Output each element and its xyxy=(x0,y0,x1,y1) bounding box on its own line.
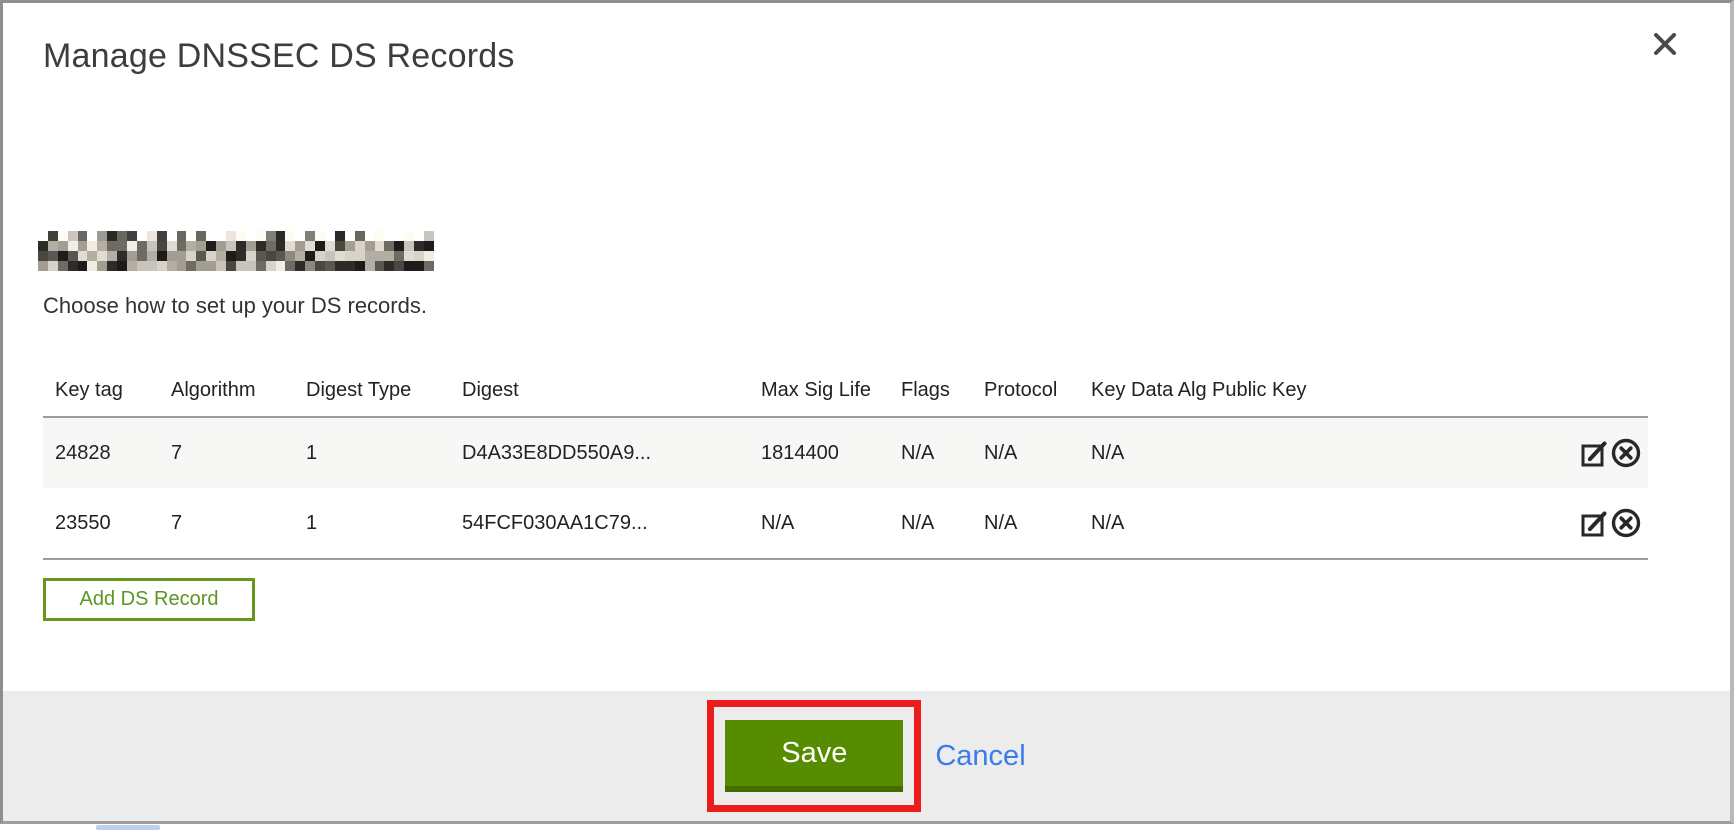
cell-key-tag: 23550 xyxy=(43,488,159,559)
cell-digest: D4A33E8DD550A9... xyxy=(450,417,749,488)
save-button[interactable]: Save xyxy=(725,720,903,792)
cell-algorithm: 7 xyxy=(159,417,294,488)
col-header-key-data-alg: Key Data Alg xyxy=(1079,365,1200,417)
table-row: 24828 7 1 D4A33E8DD550A9... 1814400 N/A … xyxy=(43,417,1648,488)
cell-digest-type: 1 xyxy=(294,417,450,488)
table-header-row: Key tag Algorithm Digest Type Digest Max… xyxy=(43,365,1648,417)
col-header-protocol: Protocol xyxy=(972,365,1079,417)
cell-key-data-alg: N/A xyxy=(1079,488,1200,559)
col-header-flags: Flags xyxy=(889,365,972,417)
instruction-text: Choose how to set up your DS records. xyxy=(43,293,427,319)
cell-protocol: N/A xyxy=(972,417,1079,488)
cell-key-data-alg: N/A xyxy=(1079,417,1200,488)
red-annotation-box: Save xyxy=(707,700,921,812)
ds-records-table: Key tag Algorithm Digest Type Digest Max… xyxy=(43,365,1648,560)
cell-public-key xyxy=(1200,417,1556,488)
close-icon xyxy=(1650,29,1680,59)
close-button[interactable] xyxy=(1650,29,1680,59)
col-header-public-key: Public Key xyxy=(1200,365,1556,417)
background-page-fragment xyxy=(96,825,160,830)
manage-dnssec-modal: Manage DNSSEC DS Records Choose how to s… xyxy=(0,0,1734,824)
cell-protocol: N/A xyxy=(972,488,1079,559)
cell-algorithm: 7 xyxy=(159,488,294,559)
page-title: Manage DNSSEC DS Records xyxy=(43,37,515,76)
cell-max-sig-life: N/A xyxy=(749,488,889,559)
edit-pencil-icon xyxy=(1580,438,1610,468)
col-header-max-sig-life: Max Sig Life xyxy=(749,365,889,417)
cell-key-tag: 24828 xyxy=(43,417,159,488)
circle-x-delete-icon xyxy=(1610,437,1642,469)
table-row: 23550 7 1 54FCF030AA1C79... N/A N/A N/A … xyxy=(43,488,1648,559)
cell-public-key xyxy=(1200,488,1556,559)
col-header-digest-type: Digest Type xyxy=(294,365,450,417)
modal-footer: Save Cancel xyxy=(3,691,1730,821)
col-header-digest: Digest xyxy=(450,365,749,417)
col-header-actions xyxy=(1556,365,1648,417)
cell-digest: 54FCF030AA1C79... xyxy=(450,488,749,559)
cell-max-sig-life: 1814400 xyxy=(749,417,889,488)
col-header-key-tag: Key tag xyxy=(43,365,159,417)
cell-flags: N/A xyxy=(889,417,972,488)
edit-pencil-icon xyxy=(1580,508,1610,538)
circle-x-delete-icon xyxy=(1610,507,1642,539)
redacted-domain-name xyxy=(38,231,434,271)
edit-record-button[interactable] xyxy=(1580,438,1610,468)
cell-digest-type: 1 xyxy=(294,488,450,559)
delete-record-button[interactable] xyxy=(1610,437,1642,469)
delete-record-button[interactable] xyxy=(1610,507,1642,539)
add-ds-record-button[interactable]: Add DS Record xyxy=(43,578,255,621)
cancel-link[interactable]: Cancel xyxy=(935,740,1025,773)
edit-record-button[interactable] xyxy=(1580,508,1610,538)
screen: Manage DNSSEC DS Records Choose how to s… xyxy=(0,0,1734,830)
col-header-algorithm: Algorithm xyxy=(159,365,294,417)
cell-flags: N/A xyxy=(889,488,972,559)
